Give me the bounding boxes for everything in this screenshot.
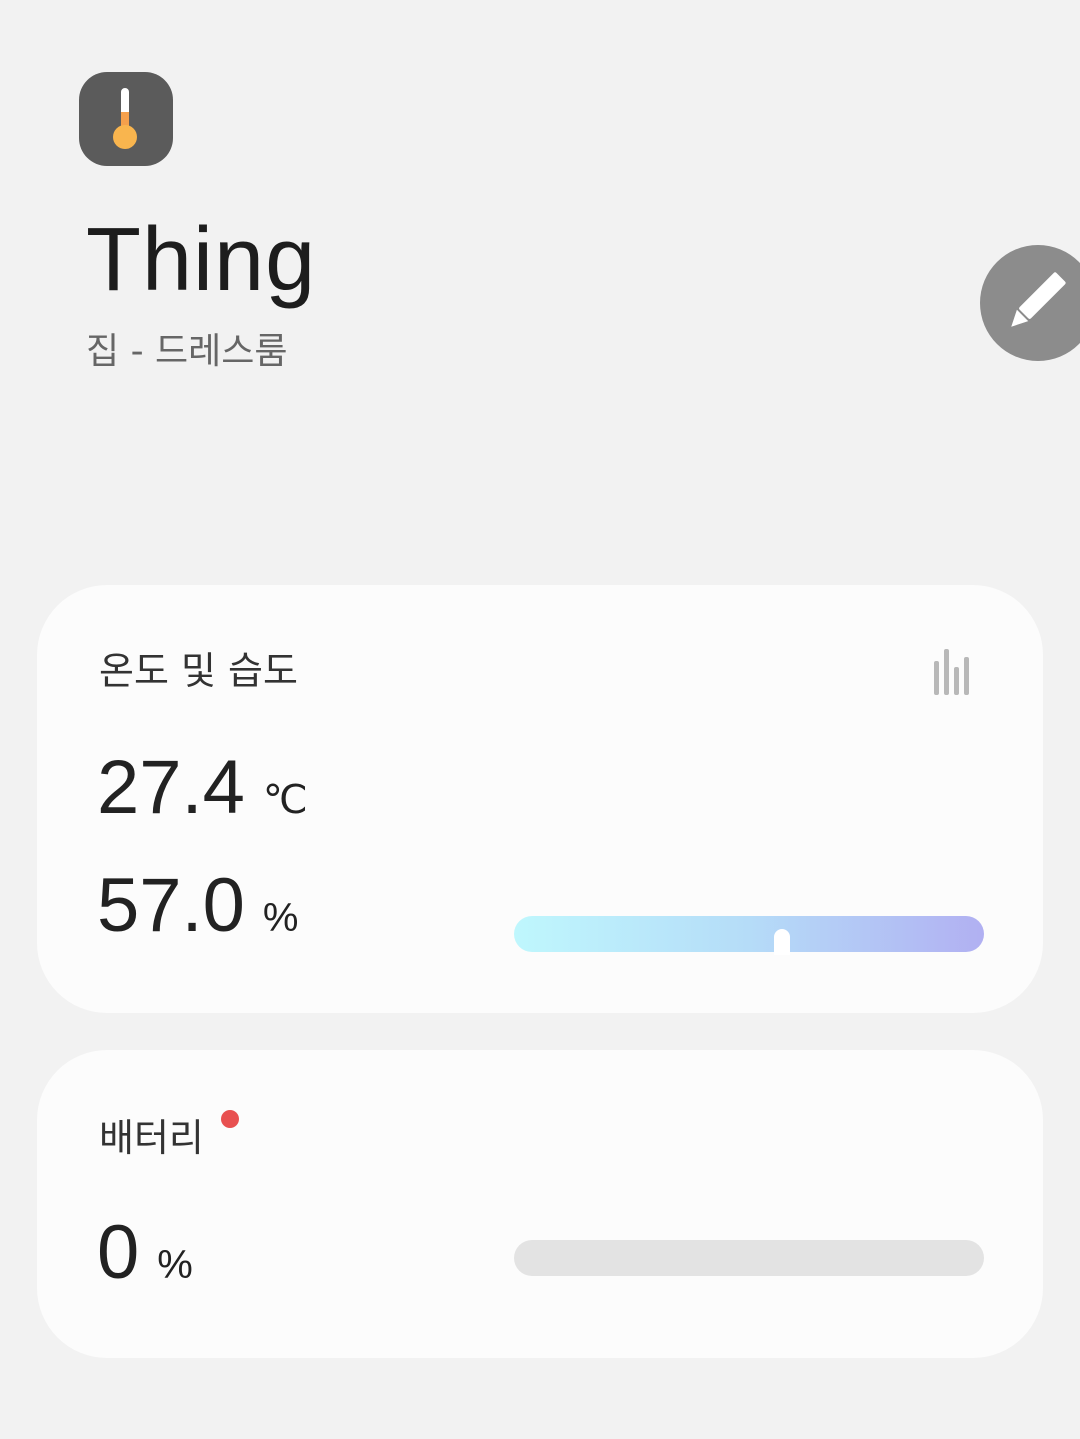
temperature-readout: 27.4 ℃ <box>97 745 308 831</box>
edit-button[interactable] <box>980 245 1080 361</box>
humidity-indicator <box>773 929 790 955</box>
humidity-value: 57.0 <box>97 863 245 948</box>
temperature-unit: ℃ <box>262 778 308 822</box>
battery-unit: % <box>157 1243 193 1287</box>
battery-readout: 0 % <box>97 1210 193 1296</box>
humidity-unit: % <box>262 896 299 940</box>
device-location: 집 - 드레스룸 <box>86 331 288 372</box>
humidity-readout: 57.0 % <box>97 863 299 949</box>
temperature-value: 27.4 <box>97 745 245 830</box>
battery-title: 배터리 <box>99 1116 204 1160</box>
temperature-humidity-title: 온도 및 습도 <box>99 649 298 693</box>
battery-value: 0 <box>97 1210 140 1295</box>
temperature-humidity-card[interactable]: 온도 및 습도 27.4 ℃ 57.0 % <box>37 585 1043 1013</box>
device-thermometer-icon <box>79 72 173 166</box>
thermometer-icon <box>113 88 137 149</box>
bar-chart-icon[interactable] <box>932 647 978 695</box>
battery-card[interactable]: 배터리 0 % <box>37 1050 1043 1358</box>
device-name: Thing <box>86 210 317 310</box>
battery-bar <box>514 1240 984 1276</box>
humidity-bar <box>514 916 984 955</box>
battery-alert-dot <box>221 1110 239 1128</box>
pencil-icon <box>1011 272 1066 327</box>
